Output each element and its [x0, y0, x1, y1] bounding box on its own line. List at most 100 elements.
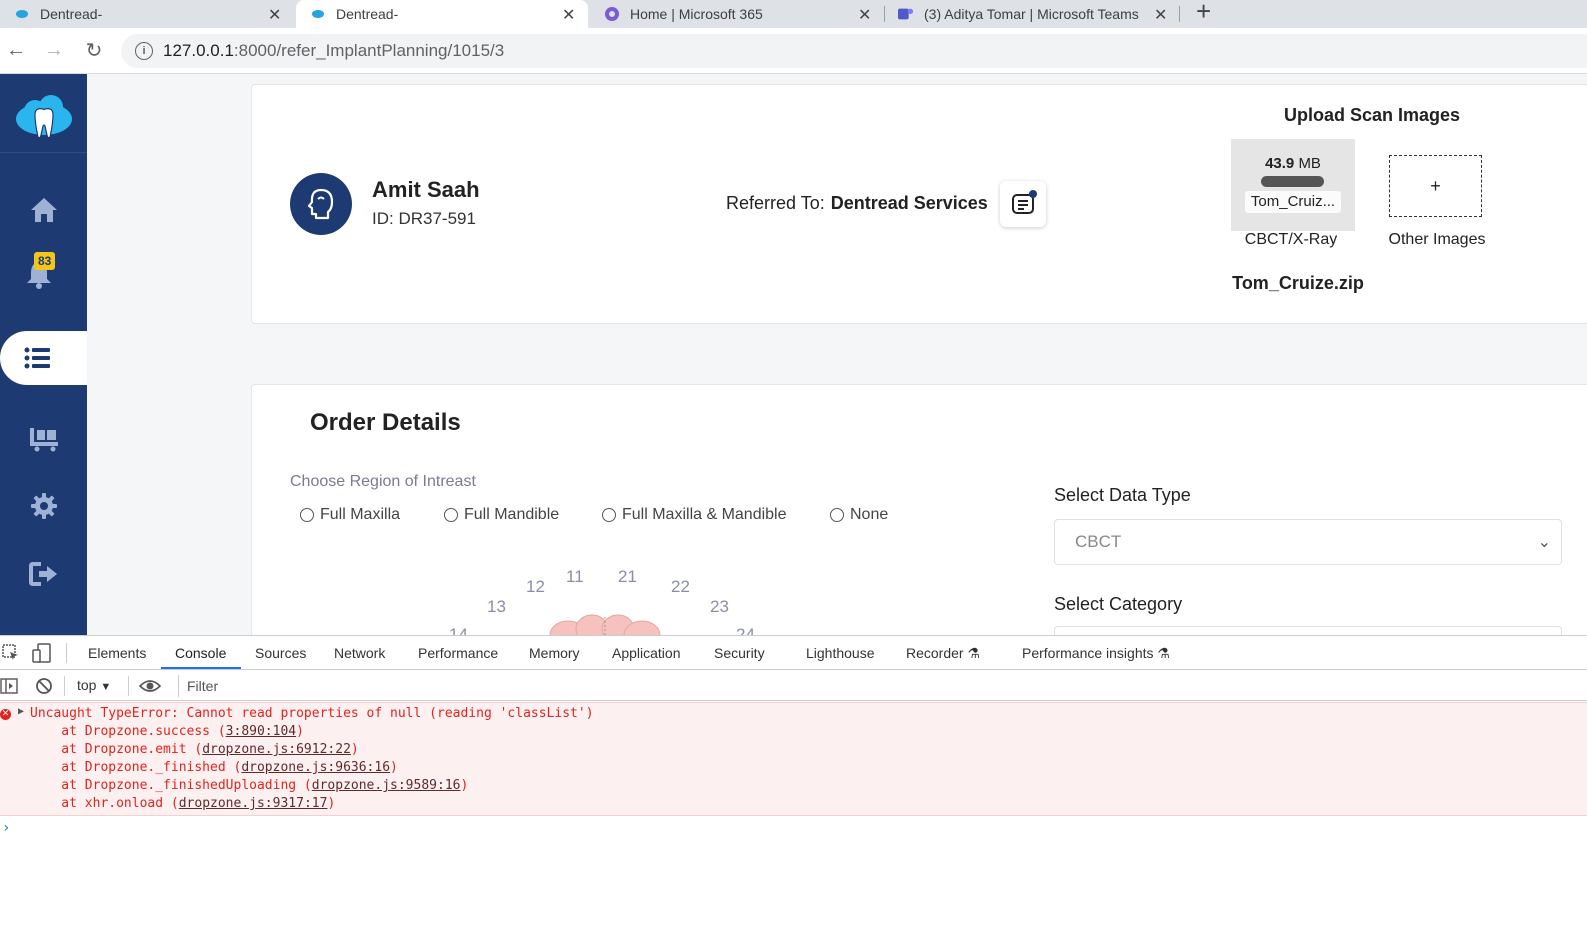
radio-label: Full Mandible: [464, 506, 560, 523]
sidebar-item-orders[interactable]: [0, 331, 87, 385]
upper-teeth-diagram-icon[interactable]: [536, 607, 676, 635]
cbct-file-thumbnail[interactable]: 43.9 MB Tom_Cruiz...: [1231, 139, 1355, 231]
active-tab-indicator: [161, 667, 241, 669]
browser-tab-2[interactable]: Dentread- ✕: [296, 0, 588, 28]
clear-console-icon[interactable]: [35, 677, 53, 695]
browser-tab-1[interactable]: Dentread- ✕: [0, 0, 292, 28]
inspect-element-icon[interactable]: [2, 644, 20, 662]
order-details-card: Order Details Choose Region of Intreast …: [251, 384, 1587, 635]
data-type-select[interactable]: CBCT ⌄: [1054, 519, 1562, 565]
tab-security[interactable]: Security: [714, 645, 765, 661]
tooth-number[interactable]: 21: [618, 567, 637, 587]
devtools-panel: Elements Console Sources Network Perform…: [0, 635, 1587, 942]
tooth-number[interactable]: 23: [710, 597, 729, 617]
back-arrow-icon[interactable]: ←: [2, 36, 30, 64]
stack-frame-link[interactable]: dropzone.js:6912:22: [202, 742, 351, 757]
tab-title: Dentread-: [40, 6, 103, 22]
close-tab-icon[interactable]: ✕: [268, 5, 281, 25]
radio-circle[interactable]: [602, 508, 616, 522]
tab-performance-insights[interactable]: Performance insights ⚗: [1022, 645, 1170, 662]
site-info-icon[interactable]: i: [135, 42, 153, 60]
radio-label: Full Maxilla: [320, 506, 401, 523]
tooth-number[interactable]: 22: [671, 577, 690, 597]
stack-frame-link[interactable]: dropzone.js:9636:16: [241, 760, 390, 775]
notes-button[interactable]: [1000, 181, 1046, 227]
radio-circle[interactable]: [444, 508, 458, 522]
flask-icon: ⚗: [1157, 645, 1170, 661]
radio-circle[interactable]: [300, 508, 314, 522]
browser-tab-4[interactable]: (3) Aditya Tomar | Microsoft Teams ✕: [886, 0, 1176, 28]
stack-frame-link[interactable]: dropzone.js:9589:16: [312, 778, 461, 793]
stack-frame-text: at Dropzone.emit (: [30, 742, 203, 757]
console-filter-input[interactable]: Filter: [178, 675, 1578, 697]
other-images-dropzone[interactable]: +: [1389, 155, 1482, 217]
tooth-number[interactable]: 12: [526, 577, 545, 597]
reload-icon[interactable]: ↻: [80, 36, 108, 64]
radio-full-maxilla[interactable]: Full Maxilla: [300, 506, 400, 524]
tab-memory[interactable]: Memory: [529, 645, 580, 661]
close-tab-icon[interactable]: ✕: [1154, 5, 1167, 25]
stack-frame: at xhr.onload (dropzone.js:9317:17): [30, 796, 335, 811]
stack-frame-link[interactable]: dropzone.js:9317:17: [179, 796, 328, 811]
url-input[interactable]: i 127.0.0.1:8000/refer_ImplantPlanning/1…: [121, 34, 1587, 68]
cloud-tooth-logo-icon: [15, 95, 72, 139]
stack-frame-link[interactable]: 3:890:104: [226, 724, 296, 739]
patient-name: Amit Saah: [372, 177, 480, 202]
tab-network[interactable]: Network: [334, 645, 385, 661]
cbct-caption: CBCT/X-Ray: [1244, 231, 1338, 248]
radio-full-maxilla-mandible[interactable]: Full Maxilla & Mandible: [602, 506, 787, 524]
tab-title: Home | Microsoft 365: [630, 6, 763, 22]
tooth-number[interactable]: 13: [487, 597, 506, 617]
close-tab-icon[interactable]: ✕: [858, 5, 871, 25]
expand-triangle-icon[interactable]: ▶: [18, 706, 24, 717]
show-sidebar-icon[interactable]: [0, 678, 18, 694]
sidebar-item-logout[interactable]: [0, 556, 87, 592]
url-path: :8000/refer_ImplantPlanning/1015/3: [233, 41, 505, 60]
eye-icon[interactable]: [139, 679, 161, 693]
dentread-favicon-icon: [14, 6, 30, 22]
dentread-favicon-icon: [310, 6, 326, 22]
radio-full-mandible[interactable]: Full Mandible: [444, 506, 559, 524]
data-type-label: Select Data Type: [1054, 485, 1191, 505]
tab-application[interactable]: Application: [612, 645, 681, 661]
tab-performance[interactable]: Performance: [418, 645, 498, 661]
patient-avatar: [290, 173, 352, 235]
tab-sources[interactable]: Sources: [255, 645, 306, 661]
caret-down-icon: ▼: [100, 681, 112, 693]
app-sidebar: 83: [0, 74, 87, 635]
tab-recorder[interactable]: Recorder ⚗: [906, 645, 980, 662]
tooth-number[interactable]: 14: [449, 625, 468, 635]
radio-none[interactable]: None: [830, 506, 888, 524]
browser-tab-3[interactable]: Home | Microsoft 365 ✕: [592, 0, 882, 28]
sidebar-item-home[interactable]: [0, 192, 87, 228]
sidebar-item-cart[interactable]: [0, 420, 87, 456]
console-error-message: ✕ ▶ Uncaught TypeError: Cannot read prop…: [0, 702, 1587, 816]
radio-circle[interactable]: [830, 508, 844, 522]
order-details-heading: Order Details: [310, 409, 461, 436]
device-toolbar-icon[interactable]: [32, 643, 52, 663]
dentread-logo[interactable]: [0, 90, 87, 146]
tab-console[interactable]: Console: [175, 645, 226, 661]
context-selector[interactable]: top ▼: [77, 677, 111, 693]
stack-frame-text: ): [390, 760, 398, 775]
error-text: Uncaught TypeError: Cannot read properti…: [30, 706, 594, 721]
referred-to-value: Dentread Services: [830, 193, 988, 213]
tooth-number[interactable]: 11: [566, 567, 584, 587]
tab-elements[interactable]: Elements: [88, 645, 146, 661]
forward-arrow-icon[interactable]: →: [40, 36, 68, 64]
file-size: 43.9 MB: [1231, 155, 1355, 172]
tab-lighthouse[interactable]: Lighthouse: [806, 645, 875, 661]
new-tab-button[interactable]: +: [1196, 0, 1211, 27]
address-bar-row: ← → ↻ i 127.0.0.1:8000/refer_ImplantPlan…: [0, 28, 1587, 74]
toolbar-divider: [128, 676, 129, 696]
file-name-label: Tom_Cruiz...: [1245, 191, 1341, 213]
gear-icon: [30, 493, 57, 519]
stack-frame-text: ): [327, 796, 336, 811]
category-select[interactable]: [1054, 626, 1562, 635]
tooth-number[interactable]: 24: [736, 625, 755, 635]
file-size-number: 43.9: [1265, 155, 1295, 172]
close-tab-icon[interactable]: ✕: [562, 5, 575, 25]
sidebar-item-settings[interactable]: [0, 488, 87, 524]
toolbar-divider: [66, 643, 67, 663]
console-prompt[interactable]: ›: [2, 820, 10, 836]
